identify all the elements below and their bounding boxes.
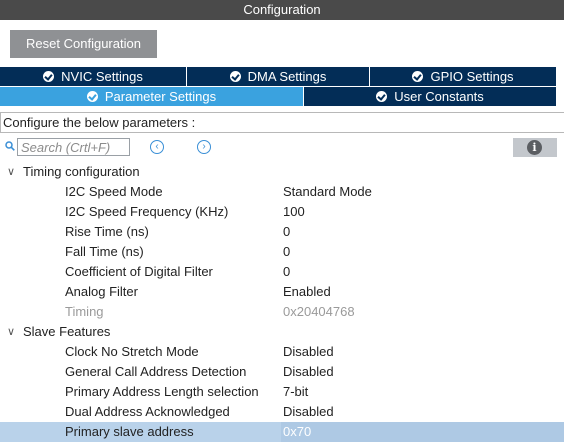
param-value: 0 xyxy=(283,224,291,239)
reset-configuration-button[interactable]: Reset Configuration xyxy=(10,30,157,58)
selected-value-highlight xyxy=(281,422,564,442)
param-name: Primary Address Length selection xyxy=(65,384,259,399)
group-label: Timing configuration xyxy=(23,164,140,179)
check-circle-icon xyxy=(86,91,98,102)
param-value: Disabled xyxy=(283,404,334,419)
tab-parameter-settings[interactable]: Parameter Settings xyxy=(0,87,304,106)
param-name: General Call Address Detection xyxy=(65,364,247,379)
param-name: Timing xyxy=(65,304,104,319)
param-name: Clock No Stretch Mode xyxy=(65,344,199,359)
param-name: Fall Time (ns) xyxy=(65,244,144,259)
search-icon xyxy=(5,141,15,151)
info-icon: i xyxy=(527,140,542,155)
tab-nvic-settings[interactable]: NVIC Settings xyxy=(0,67,187,86)
check-circle-icon xyxy=(376,91,388,102)
param-row[interactable]: Clock No Stretch Mode Disabled xyxy=(0,342,564,362)
param-value[interactable]: 0x70 xyxy=(283,422,311,442)
param-row-selected[interactable]: Primary slave address 0x70 xyxy=(0,422,564,442)
tab-label: NVIC Settings xyxy=(61,69,143,84)
tab-bar-bottom: Parameter Settings User Constants xyxy=(0,87,556,106)
param-value: 0x20404768 xyxy=(283,304,355,319)
param-row[interactable]: I2C Speed Frequency (KHz) 100 xyxy=(0,202,564,222)
param-name: Rise Time (ns) xyxy=(65,224,149,239)
param-value: 0 xyxy=(283,264,291,279)
chevron-down-icon[interactable]: ∨ xyxy=(7,322,15,342)
param-value: Disabled xyxy=(283,344,334,359)
param-value: 0 xyxy=(283,244,291,259)
param-row[interactable]: Dual Address Acknowledged Disabled xyxy=(0,402,564,422)
param-row[interactable]: Fall Time (ns) 0 xyxy=(0,242,564,262)
tab-gpio-settings[interactable]: GPIO Settings xyxy=(370,67,556,86)
group-timing-configuration[interactable]: ∨ Timing configuration xyxy=(0,162,564,182)
check-circle-icon xyxy=(229,71,241,82)
tab-label: GPIO Settings xyxy=(430,69,514,84)
tab-label: Parameter Settings xyxy=(104,89,217,104)
check-circle-icon xyxy=(412,71,424,82)
param-name: I2C Speed Mode xyxy=(65,184,163,199)
param-name: I2C Speed Frequency (KHz) xyxy=(65,204,229,219)
param-name: Coefficient of Digital Filter xyxy=(65,264,213,279)
param-name: Primary slave address xyxy=(65,424,194,439)
window-title: Configuration xyxy=(0,0,564,20)
tab-bar-top: NVIC Settings DMA Settings GPIO Settings xyxy=(0,67,556,86)
chevron-right-circle-icon[interactable]: › xyxy=(197,140,211,154)
param-row[interactable]: General Call Address Detection Disabled xyxy=(0,362,564,382)
configure-instructions: Configure the below parameters : xyxy=(0,112,564,133)
param-name: Analog Filter xyxy=(65,284,138,299)
param-row[interactable]: Analog Filter Enabled xyxy=(0,282,564,302)
tab-user-constants[interactable]: User Constants xyxy=(304,87,556,106)
tab-label: User Constants xyxy=(394,89,484,104)
param-row[interactable]: Primary Address Length selection 7-bit xyxy=(0,382,564,402)
search-input[interactable] xyxy=(17,138,130,156)
tab-dma-settings[interactable]: DMA Settings xyxy=(187,67,370,86)
param-row[interactable]: Coefficient of Digital Filter 0 xyxy=(0,262,564,282)
group-label: Slave Features xyxy=(23,324,111,339)
param-value: Enabled xyxy=(283,284,331,299)
param-row[interactable]: I2C Speed Mode Standard Mode xyxy=(0,182,564,202)
chevron-down-icon[interactable]: ∨ xyxy=(7,162,15,182)
param-row-readonly: Timing 0x20404768 xyxy=(0,302,564,322)
param-value: 7-bit xyxy=(283,384,309,399)
check-circle-icon xyxy=(43,71,55,82)
param-value: 100 xyxy=(283,204,305,219)
param-value: Standard Mode xyxy=(283,184,372,199)
info-button[interactable]: i xyxy=(513,138,557,157)
param-value: Disabled xyxy=(283,364,334,379)
group-slave-features[interactable]: ∨ Slave Features xyxy=(0,322,564,342)
tab-label: DMA Settings xyxy=(247,69,327,84)
param-name: Dual Address Acknowledged xyxy=(65,404,230,419)
param-row[interactable]: Rise Time (ns) 0 xyxy=(0,222,564,242)
parameter-tree: ∨ Timing configuration I2C Speed Mode St… xyxy=(0,162,564,442)
search-toolbar: ‹ › i xyxy=(0,137,564,159)
chevron-left-circle-icon[interactable]: ‹ xyxy=(150,140,164,154)
